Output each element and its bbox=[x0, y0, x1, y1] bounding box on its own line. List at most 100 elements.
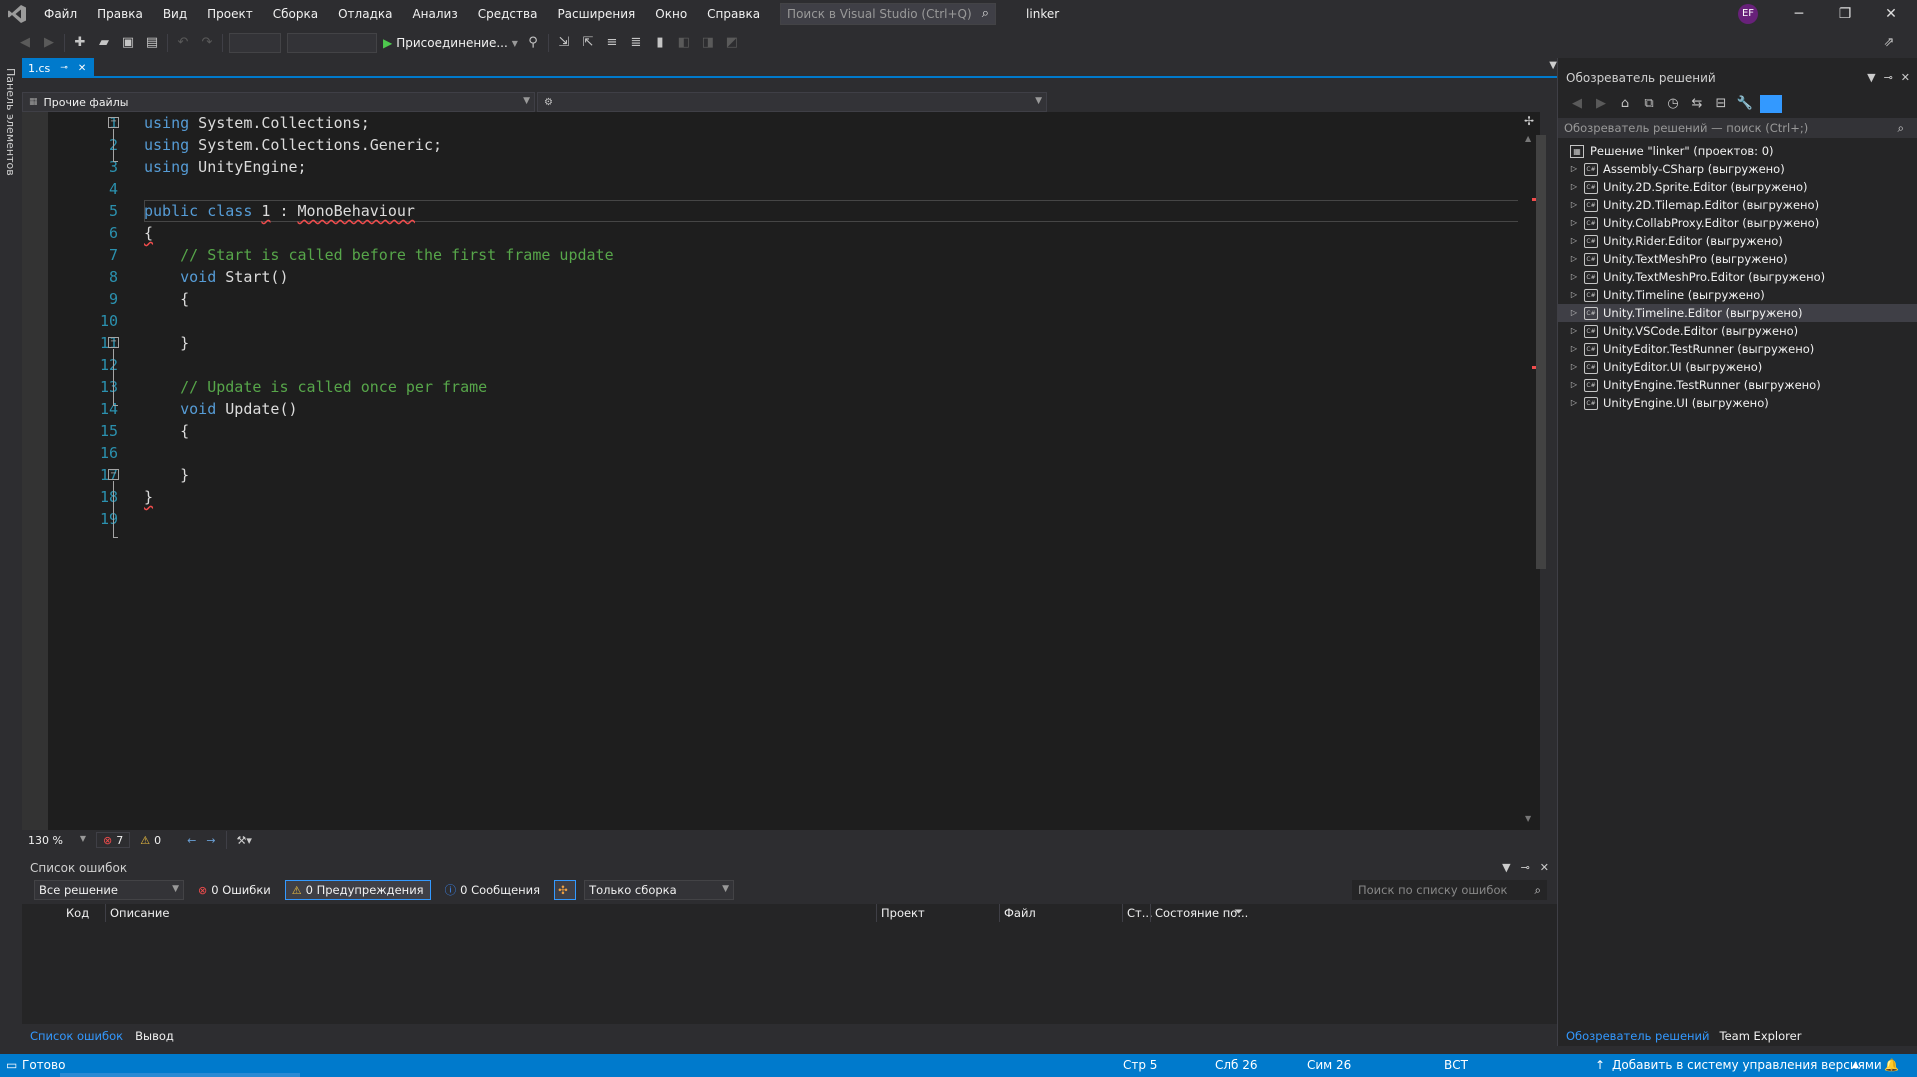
collapse-all-icon[interactable]: ⊟ bbox=[1712, 95, 1730, 113]
error-indicator[interactable]: ⊗ 7 bbox=[96, 832, 131, 848]
code-line[interactable]: } bbox=[144, 332, 614, 354]
warning-indicator[interactable]: ⚠ 0 bbox=[140, 834, 161, 847]
project-node[interactable]: ▷ C# Unity.Timeline.Editor (выгружено) bbox=[1558, 304, 1917, 322]
menu-item[interactable]: Средства bbox=[468, 0, 548, 28]
member-dropdown[interactable]: ⚙ ▼ bbox=[537, 92, 1047, 112]
project-node[interactable]: ▷ C# Unity.CollabProxy.Editor (выгружено) bbox=[1558, 214, 1917, 232]
status-column[interactable]: Слб 26 bbox=[1215, 1054, 1258, 1077]
close-icon[interactable]: ✕ bbox=[1901, 68, 1910, 88]
status-insert-mode[interactable]: ВСТ bbox=[1444, 1054, 1468, 1077]
expand-arrow-icon[interactable]: ▷ bbox=[1564, 178, 1584, 196]
pin-icon[interactable]: ⊸ bbox=[1521, 858, 1530, 878]
split-editor-icon[interactable]: ✢ bbox=[1524, 114, 1534, 128]
pin-icon[interactable]: ⊸ bbox=[1884, 68, 1893, 88]
code-line[interactable]: { bbox=[144, 288, 614, 310]
expand-arrow-icon[interactable]: ▷ bbox=[1564, 214, 1584, 232]
tab-1-cs[interactable]: 1.cs ⊸ ✕ bbox=[22, 58, 94, 78]
close-icon[interactable]: ✕ bbox=[1868, 0, 1914, 28]
code-line[interactable]: void Update() bbox=[144, 398, 614, 420]
properties-icon[interactable]: 🔧 bbox=[1736, 95, 1754, 113]
code-line[interactable]: void Start() bbox=[144, 266, 614, 288]
code-line[interactable]: // Update is called once per frame bbox=[144, 376, 614, 398]
back-icon[interactable]: ◀ bbox=[1568, 95, 1586, 113]
expand-arrow-icon[interactable]: ▷ bbox=[1564, 358, 1584, 376]
forward-icon[interactable]: ▶ bbox=[1592, 95, 1610, 113]
tab-overflow-dropdown-icon[interactable]: ▼ bbox=[1549, 60, 1557, 71]
build-filter-dropdown[interactable]: Только сборка ▼ bbox=[584, 880, 735, 900]
code-line[interactable]: public class 1 : MonoBehaviour bbox=[144, 200, 614, 222]
code-line[interactable]: using System.Collections.Generic; bbox=[144, 134, 614, 156]
visual-studio-logo-icon[interactable] bbox=[0, 0, 34, 28]
expand-arrow-icon[interactable]: ▷ bbox=[1564, 250, 1584, 268]
project-node[interactable]: ▷ C# Unity.2D.Tilemap.Editor (выгружено) bbox=[1558, 196, 1917, 214]
add-to-source-control-button[interactable]: Добавить в систему управления версиями bbox=[1612, 1054, 1882, 1077]
solution-configuration-dropdown[interactable] bbox=[229, 33, 281, 53]
menu-item[interactable]: Вид bbox=[153, 0, 197, 28]
window-position-icon[interactable]: ▼ bbox=[1502, 858, 1510, 878]
preview-selected-items-icon[interactable] bbox=[1760, 95, 1782, 113]
code-editor[interactable]: 12345678910111213141516171819 − − − usin… bbox=[22, 112, 1540, 830]
vs-search-input[interactable]: Поиск в Visual Studio (Ctrl+Q) ⌕ bbox=[780, 3, 997, 25]
filter-build-icon[interactable]: ✣ bbox=[554, 880, 577, 900]
expand-arrow-icon[interactable]: ▷ bbox=[1564, 376, 1584, 394]
project-node[interactable]: ▷ C# Unity.TextMeshPro (выгружено) bbox=[1558, 250, 1917, 268]
pin-icon[interactable]: ⊸ bbox=[60, 63, 68, 73]
column-description[interactable]: Описание bbox=[105, 904, 169, 922]
live-share-icon[interactable]: ⇗ bbox=[1880, 34, 1898, 52]
solution-explorer-search-input[interactable]: Обозреватель решений — поиск (Ctrl+;) ⌕ bbox=[1558, 118, 1917, 138]
tab-solution-explorer[interactable]: Обозреватель решений bbox=[1566, 1029, 1710, 1043]
code-line[interactable] bbox=[144, 178, 614, 200]
code-line[interactable]: using UnityEngine; bbox=[144, 156, 614, 178]
menu-item[interactable]: Проект bbox=[197, 0, 263, 28]
attach-button[interactable]: ▶ Присоединение... ▼ bbox=[383, 36, 518, 50]
code-line[interactable] bbox=[144, 508, 614, 530]
pending-changes-filter-icon[interactable]: ◷ bbox=[1664, 95, 1682, 113]
warnings-toggle[interactable]: ⚠ 0 Предупреждения bbox=[284, 880, 431, 900]
solution-platform-dropdown[interactable] bbox=[287, 33, 377, 53]
project-node[interactable]: ▷ C# Unity.TextMeshPro.Editor (выгружено) bbox=[1558, 268, 1917, 286]
project-node[interactable]: ▷ C# UnityEditor.UI (выгружено) bbox=[1558, 358, 1917, 376]
scope-dropdown[interactable]: Все решение ▼ bbox=[34, 880, 184, 900]
filter-icon[interactable]: ⏷ bbox=[1234, 904, 1243, 919]
code-line[interactable]: // Start is called before the first fram… bbox=[144, 244, 614, 266]
close-icon[interactable]: ✕ bbox=[1540, 858, 1549, 878]
project-node[interactable]: ▷ C# UnityEditor.TestRunner (выгружено) bbox=[1558, 340, 1917, 358]
minimize-icon[interactable]: ─ bbox=[1776, 0, 1822, 28]
expand-arrow-icon[interactable]: ▷ bbox=[1564, 196, 1584, 214]
scroll-up-icon[interactable]: ▲ bbox=[1525, 134, 1531, 143]
status-line[interactable]: Стр 5 bbox=[1123, 1054, 1157, 1077]
column-project[interactable]: Проект bbox=[876, 904, 925, 922]
project-node[interactable]: ▷ C# Unity.2D.Sprite.Editor (выгружено) bbox=[1558, 178, 1917, 196]
column-line[interactable]: Ст... bbox=[1122, 904, 1153, 922]
menu-item[interactable]: Правка bbox=[87, 0, 153, 28]
glyph-margin[interactable] bbox=[22, 112, 48, 830]
code-line[interactable]: { bbox=[144, 222, 614, 244]
tab-team-explorer[interactable]: Team Explorer bbox=[1720, 1029, 1802, 1043]
expand-arrow-icon[interactable]: ▷ bbox=[1564, 286, 1584, 304]
expand-arrow-icon[interactable]: ▷ bbox=[1564, 340, 1584, 358]
project-node[interactable]: ▷ C# Unity.Rider.Editor (выгружено) bbox=[1558, 232, 1917, 250]
navigate-forward-icon[interactable]: ▶ bbox=[40, 34, 58, 52]
expand-arrow-icon[interactable]: ▷ bbox=[1564, 268, 1584, 286]
zoom-dropdown[interactable]: 130 % ▼ bbox=[28, 834, 86, 847]
code-line[interactable]: } bbox=[144, 486, 614, 508]
project-node[interactable]: ▷ C# UnityEngine.TestRunner (выгружено) bbox=[1558, 376, 1917, 394]
previous-issue-icon[interactable]: ← bbox=[187, 834, 196, 847]
save-icon[interactable]: ▣ bbox=[119, 34, 137, 52]
undo-icon[interactable]: ↶ bbox=[174, 34, 192, 52]
expand-arrow-icon[interactable]: ▷ bbox=[1564, 322, 1584, 340]
quick-actions-icon[interactable]: ⚒▾ bbox=[237, 834, 252, 847]
menu-item[interactable]: Справка bbox=[697, 0, 770, 28]
save-all-icon[interactable]: ▤ bbox=[143, 34, 161, 52]
code-line[interactable]: } bbox=[144, 464, 614, 486]
project-node[interactable]: ▷ C# Unity.VSCode.Editor (выгружено) bbox=[1558, 322, 1917, 340]
errors-toggle[interactable]: ⊗ 0 Ошибки bbox=[192, 880, 277, 900]
code-line[interactable] bbox=[144, 310, 614, 332]
collapse-icon[interactable]: − bbox=[108, 469, 119, 480]
collapse-icon[interactable]: − bbox=[108, 117, 119, 128]
new-project-icon[interactable]: ✚ bbox=[71, 34, 89, 52]
menu-item[interactable]: Расширения bbox=[547, 0, 645, 28]
expand-arrow-icon[interactable]: ▷ bbox=[1564, 304, 1584, 322]
column-file[interactable]: Файл bbox=[999, 904, 1036, 922]
menu-item[interactable]: Файл bbox=[34, 0, 87, 28]
